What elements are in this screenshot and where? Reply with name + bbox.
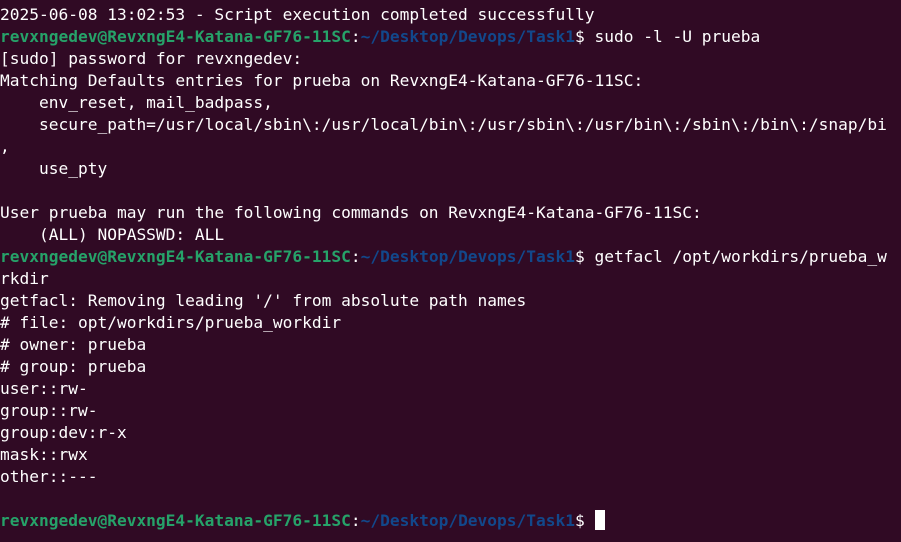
prompt-user-host: revxngedev@RevxngE4-Katana-GF76-11SC — [0, 511, 351, 530]
output-line: 2025-06-08 13:02:53 - Script execution c… — [0, 5, 595, 24]
output-line: mask::rwx — [0, 445, 88, 464]
output-line: other::--- — [0, 467, 98, 486]
prompt-separator: : — [350, 247, 361, 266]
output-line: [sudo] password for revxngedev: — [0, 49, 303, 68]
output-line: group::rw- — [0, 401, 98, 420]
output-line: # file: opt/workdirs/prueba_workdir — [0, 313, 342, 332]
prompt-command: $ — [575, 511, 595, 530]
prompt-line: revxngedev@RevxngE4-Katana-GF76-11SC:~/D… — [0, 510, 901, 532]
prompt-user-host: revxngedev@RevxngE4-Katana-GF76-11SC — [0, 247, 351, 266]
prompt-command: $ sudo -l -U prueba — [575, 27, 761, 46]
prompt-separator: : — [350, 27, 361, 46]
prompt-path: ~/Desktop/Devops/Task1 — [360, 511, 576, 530]
prompt-separator: : — [350, 511, 361, 530]
output-line: group:dev:r-x — [0, 423, 127, 442]
output-line: env_reset, mail_badpass, — [0, 93, 273, 112]
output-line: use_pty — [0, 159, 108, 178]
output-line: , — [0, 137, 10, 156]
prompt-path: ~/Desktop/Devops/Task1 — [360, 247, 576, 266]
prompt-user-host: revxngedev@RevxngE4-Katana-GF76-11SC — [0, 27, 351, 46]
terminal-output: 2025-06-08 13:02:53 - Script execution c… — [0, 4, 901, 532]
output-line: User prueba may run the following comman… — [0, 203, 702, 222]
output-line: rkdir — [0, 269, 49, 288]
prompt-line: revxngedev@RevxngE4-Katana-GF76-11SC:~/D… — [0, 26, 901, 48]
output-line: Matching Defaults entries for prueba on … — [0, 71, 644, 90]
output-line: getfacl: Removing leading '/' from absol… — [0, 291, 527, 310]
output-line: # group: prueba — [0, 357, 147, 376]
prompt-path: ~/Desktop/Devops/Task1 — [360, 27, 576, 46]
prompt-line: revxngedev@RevxngE4-Katana-GF76-11SC:~/D… — [0, 246, 901, 268]
terminal-window[interactable]: 2025-06-08 13:02:53 - Script execution c… — [0, 0, 901, 542]
prompt-command: $ getfacl /opt/workdirs/prueba_w — [575, 247, 887, 266]
output-line: # owner: prueba — [0, 335, 147, 354]
output-line: (ALL) NOPASSWD: ALL — [0, 225, 225, 244]
text-cursor[interactable] — [594, 510, 605, 530]
output-line: user::rw- — [0, 379, 88, 398]
output-line: secure_path=/usr/local/sbin\:/usr/local/… — [0, 115, 887, 134]
